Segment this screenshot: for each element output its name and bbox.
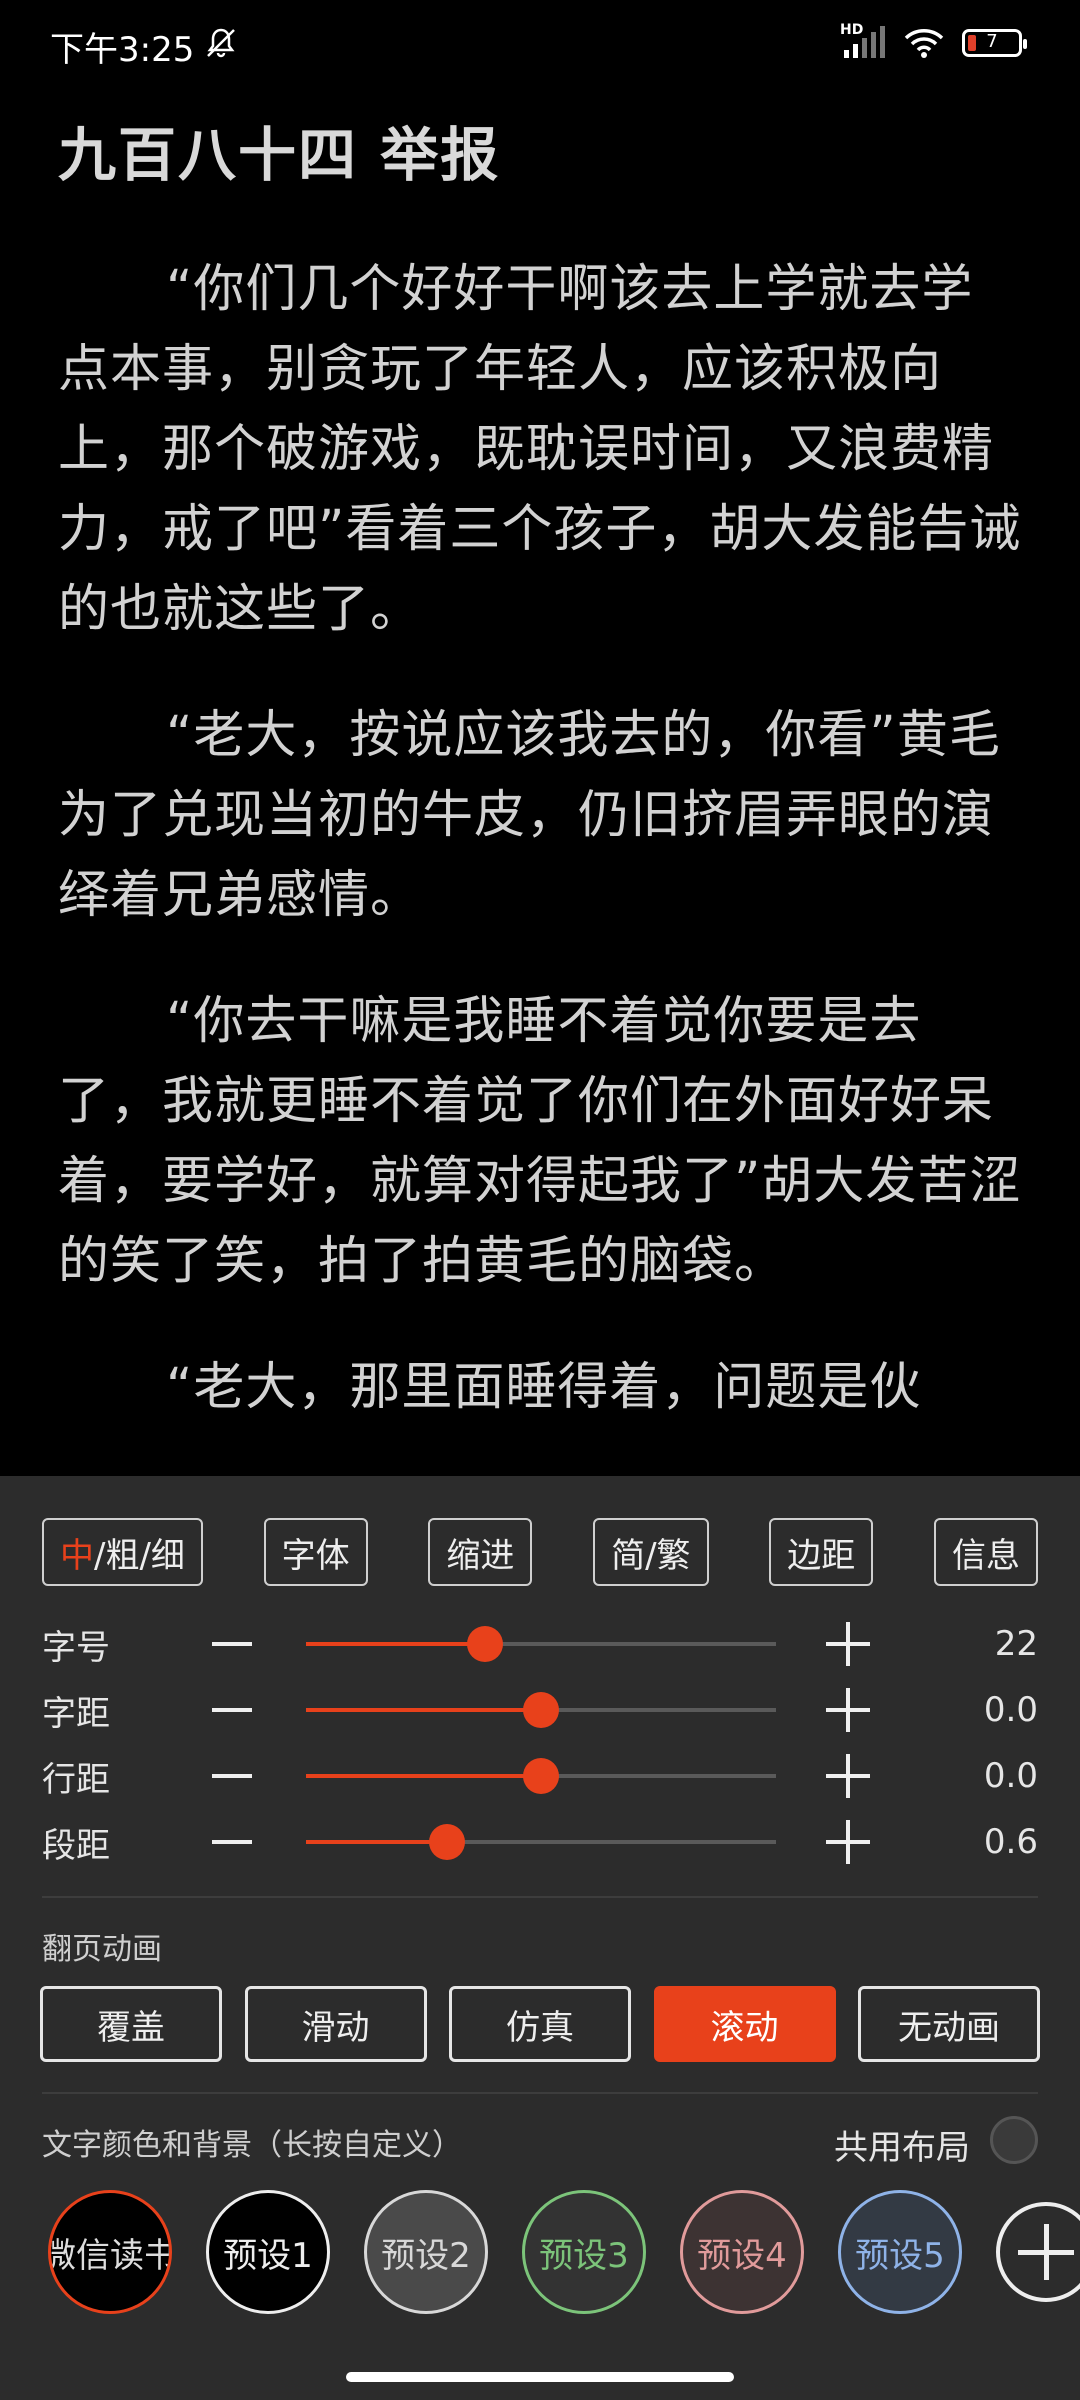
slider-value: 0.0 bbox=[983, 1690, 1038, 1730]
decrease-icon[interactable] bbox=[212, 1840, 252, 1844]
slider-label: 行距 bbox=[42, 1759, 110, 1800]
paragraph: “你去干嘛是我睡不着觉你要是去了，我就更睡不着觉了你们在外面好好呆着，要学好，就… bbox=[58, 992, 1022, 1291]
indent-button[interactable]: 缩进 bbox=[428, 1518, 533, 1586]
preset-label: 微信读书 bbox=[48, 2235, 172, 2276]
theme-preset-3[interactable]: 预设3 bbox=[522, 2190, 646, 2314]
page-animation-options: 覆盖 滑动 仿真 滚动 无动画 bbox=[40, 1986, 1040, 2062]
preset-label: 预设3 bbox=[539, 2235, 629, 2276]
font-size-slider[interactable] bbox=[306, 1626, 776, 1662]
increase-icon[interactable] bbox=[826, 1622, 870, 1666]
paragraph-spacing-slider[interactable] bbox=[306, 1824, 776, 1860]
reading-settings-panel: 中/粗/细 字体 缩进 简/繁 边距 信息 字号 22 字距 0.0 行距 0.… bbox=[0, 1476, 1080, 2400]
animation-option-none[interactable]: 无动画 bbox=[858, 1986, 1040, 2062]
paragraph: “老大，按说应该我去的，你看”黄毛为了兑现当初的牛皮，仍旧挤眉弄眼的演绎着兄弟感… bbox=[58, 706, 1001, 925]
preset-label: 预设5 bbox=[855, 2235, 945, 2276]
info-button[interactable]: 信息 bbox=[933, 1518, 1038, 1586]
chapter-title: 九百八十四 举报 bbox=[58, 121, 501, 189]
reading-content[interactable]: “你们几个好好干啊该去上学就去学点本事，别贪玩了年轻人，应该积极向上，那个破游戏… bbox=[58, 250, 1022, 1474]
increase-icon[interactable] bbox=[826, 1688, 870, 1732]
home-indicator[interactable] bbox=[346, 2372, 734, 2382]
paragraph: “老大，那里面睡得着，问题是伙 bbox=[166, 1358, 922, 1417]
status-bar: 下午3:25 HD 7 bbox=[0, 0, 1080, 90]
theme-presets: 微信读书 预设1 预设2 预设3 预设4 预设5 bbox=[48, 2190, 1080, 2320]
add-preset-icon[interactable] bbox=[996, 2202, 1080, 2302]
slider-thumb[interactable] bbox=[523, 1758, 559, 1794]
increase-icon[interactable] bbox=[826, 1754, 870, 1798]
slider-value: 0.0 bbox=[983, 1756, 1038, 1796]
line-spacing-slider[interactable] bbox=[306, 1758, 776, 1794]
font-size-row: 字号 22 bbox=[42, 1614, 1038, 1674]
slider-label: 段距 bbox=[42, 1825, 110, 1866]
increase-icon[interactable] bbox=[826, 1820, 870, 1864]
wifi-icon bbox=[904, 27, 944, 59]
divider bbox=[42, 1896, 1038, 1898]
shared-layout-label: 共用布局 bbox=[834, 2128, 970, 2168]
signal-icon: HD bbox=[840, 22, 886, 60]
slider-label: 字距 bbox=[42, 1693, 110, 1734]
preset-label: 预设2 bbox=[381, 2235, 471, 2276]
decrease-icon[interactable] bbox=[212, 1774, 252, 1778]
simplified-traditional-button[interactable]: 简/繁 bbox=[593, 1518, 709, 1586]
animation-option-simulation[interactable]: 仿真 bbox=[449, 1986, 631, 2062]
letter-spacing-row: 字距 0.0 bbox=[42, 1680, 1038, 1740]
theme-label: 文字颜色和背景（长按自定义） bbox=[42, 2128, 462, 2163]
theme-preset-5[interactable]: 预设5 bbox=[838, 2190, 962, 2314]
mute-icon bbox=[204, 26, 238, 60]
slider-value: 0.6 bbox=[983, 1822, 1038, 1862]
animation-option-scroll[interactable]: 滚动 bbox=[653, 1986, 836, 2062]
status-time: 下午3:25 bbox=[50, 30, 195, 70]
theme-preset-2[interactable]: 预设2 bbox=[364, 2190, 488, 2314]
slider-thumb[interactable] bbox=[466, 1626, 503, 1662]
font-weight-button[interactable]: 中/粗/细 bbox=[42, 1518, 203, 1586]
decrease-icon[interactable] bbox=[212, 1708, 252, 1712]
theme-preset-1[interactable]: 预设1 bbox=[206, 2190, 330, 2314]
battery-icon: 7 bbox=[962, 29, 1027, 57]
slider-thumb[interactable] bbox=[523, 1692, 559, 1728]
paragraph: “你们几个好好干啊该去上学就去学点本事，别贪玩了年轻人，应该积极向上，那个破游戏… bbox=[58, 260, 1022, 639]
animation-option-slide[interactable]: 滑动 bbox=[244, 1986, 427, 2062]
page-animation-label: 翻页动画 bbox=[42, 1932, 162, 1967]
slider-value: 22 bbox=[994, 1624, 1038, 1664]
preset-label: 预设1 bbox=[223, 2235, 313, 2276]
preset-label: 预设4 bbox=[697, 2235, 787, 2276]
letter-spacing-slider[interactable] bbox=[306, 1692, 776, 1728]
shared-layout-toggle[interactable] bbox=[990, 2116, 1038, 2164]
weight-other-label: /粗/细 bbox=[94, 1535, 185, 1576]
decrease-icon[interactable] bbox=[212, 1642, 252, 1646]
slider-label: 字号 bbox=[42, 1627, 110, 1668]
line-spacing-row: 行距 0.0 bbox=[42, 1746, 1038, 1806]
divider bbox=[42, 2092, 1038, 2094]
weight-selected-label: 中 bbox=[60, 1535, 94, 1576]
theme-preset-4[interactable]: 预设4 bbox=[680, 2190, 804, 2314]
slider-thumb[interactable] bbox=[429, 1824, 465, 1860]
margin-button[interactable]: 边距 bbox=[769, 1518, 874, 1586]
font-button[interactable]: 字体 bbox=[263, 1518, 368, 1586]
style-options-row: 中/粗/细 字体 缩进 简/繁 边距 信息 bbox=[42, 1518, 1038, 1586]
theme-preset-weread[interactable]: 微信读书 bbox=[48, 2190, 172, 2314]
animation-option-cover[interactable]: 覆盖 bbox=[40, 1986, 222, 2062]
paragraph-spacing-row: 段距 0.6 bbox=[42, 1812, 1038, 1872]
